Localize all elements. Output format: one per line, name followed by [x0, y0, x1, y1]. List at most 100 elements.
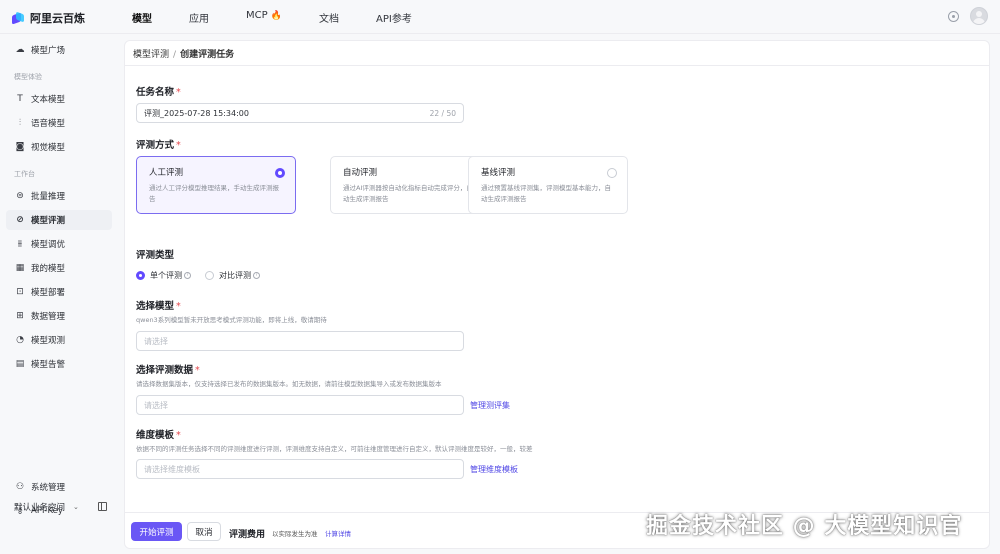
nav-item-models[interactable]: 模型 [132, 10, 152, 25]
sidebar-collapse-icon[interactable] [98, 502, 107, 511]
method-card-manual[interactable]: 人工评测 通过人工评分模型推理结果，手动生成评测报告 [136, 156, 296, 214]
text-icon: T [17, 94, 23, 104]
sidebar-item-model-square[interactable]: ☁ 模型广场 [6, 40, 112, 60]
help-icon[interactable]: ? [253, 272, 260, 279]
sidebar-item-model-evaluation[interactable]: ⊘ 模型评测 [6, 210, 112, 230]
task-name-value: 评测_2025-07-28 15:34:00 [144, 108, 249, 118]
user-icon: ⚇ [15, 482, 25, 492]
method-card-desc: 通过人工评分模型推理结果，手动生成评测报告 [149, 184, 279, 203]
sidebar-group-workbench: 工作台 [14, 170, 35, 178]
task-name-input[interactable]: 评测_2025-07-28 15:34:00 22 / 50 [136, 103, 464, 123]
method-card-desc: 通过AI评测器按自动化指标自动完成评分，自动生成评测报告 [343, 184, 473, 203]
nav-item-api-reference[interactable]: API参考 [376, 10, 412, 25]
sidebar-item-label: 系统管理 [31, 483, 66, 493]
sidebar-item-label: 数据管理 [31, 312, 66, 322]
radio-selected-icon[interactable] [275, 168, 285, 178]
model-label: 选择模型 * [136, 298, 181, 312]
workspace-name: 默认业务空间 [14, 503, 66, 513]
nav-item-apps[interactable]: 应用 [189, 10, 209, 25]
header-divider [125, 65, 989, 66]
sidebar-item-model-tuning[interactable]: ⫵ 模型调优 [6, 234, 112, 254]
dimension-label: 维度模板 * [136, 427, 181, 441]
required-mark: * [195, 365, 200, 376]
dimension-label-text: 维度模板 [136, 430, 175, 441]
model-label-text: 选择模型 [136, 301, 175, 312]
manage-dimension-link[interactable]: 管理维度模板 [470, 464, 518, 475]
deploy-icon: ⊡ [16, 287, 24, 297]
batch-icon: ⊜ [16, 191, 24, 201]
type-option-label: 对比评测 [219, 271, 251, 280]
cancel-button[interactable]: 取消 [187, 522, 221, 541]
sidebar-item-system-management[interactable]: ⚇ 系统管理 [6, 477, 112, 497]
dataset-label-text: 选择评测数据 [136, 365, 194, 376]
breadcrumb-separator: / [173, 50, 177, 60]
type-option-label: 单个评测 [150, 271, 182, 280]
sidebar-item-label: 模型评测 [31, 216, 66, 226]
fee-note: 以实际发生为准 [272, 530, 318, 538]
method-card-title: 基线评测 [481, 168, 516, 178]
dataset-hint: 请选择数据集版本，仅支持选择已发布的数据集版本。如无数据，请前往模型数据集导入或… [136, 380, 442, 388]
cloud-icon: ☁ [15, 45, 25, 55]
manage-dataset-link[interactable]: 管理测评集 [470, 400, 510, 411]
sidebar-item-label: 模型调优 [31, 240, 66, 250]
radio-selected-icon [136, 271, 145, 280]
sidebar-item-model-deploy[interactable]: ⊡ 模型部署 [6, 282, 112, 302]
settings-icon[interactable] [948, 11, 959, 22]
type-label: 评测类型 [136, 250, 175, 261]
workspace-switcher[interactable]: 默认业务空间 ⌄ [14, 501, 79, 513]
sidebar-item-label: 视觉模型 [31, 143, 66, 153]
main-panel: 模型评测 / 创建评测任务 任务名称 * 评测_2025-07-28 15:34:00… [124, 40, 990, 549]
required-mark: * [176, 301, 181, 312]
start-evaluation-button[interactable]: 开始评测 [131, 522, 182, 541]
method-card-baseline[interactable]: 基线评测 通过预置基线评测集，评测模型基本能力，自动生成评测报告 [468, 156, 628, 214]
breadcrumb-parent[interactable]: 模型评测 [133, 50, 169, 60]
sidebar-item-label: 模型广场 [31, 46, 66, 56]
compass-icon: ⊘ [16, 215, 24, 225]
fee-details-link[interactable]: 计算详情 [325, 528, 351, 538]
type-option-compare[interactable]: 对比评测 ? [205, 270, 260, 281]
sidebar-item-model-alert[interactable]: ▤ 模型告警 [6, 354, 112, 374]
sidebar: ☁ 模型广场 模型体验 T 文本模型 ⫶ 语音模型 ◙ 视觉模型 工作台 ⊜ 批… [0, 34, 118, 554]
dimension-select-placeholder: 请选择维度模板 [144, 464, 200, 474]
required-mark: * [176, 87, 181, 98]
dataset-label: 选择评测数据 * [136, 362, 200, 376]
method-card-auto[interactable]: 自动评测 通过AI评测器按自动化指标自动完成评分，自动生成评测报告 [330, 156, 490, 214]
radio-icon[interactable] [607, 168, 617, 178]
camera-icon: ◙ [15, 142, 25, 152]
alert-doc-icon: ▤ [15, 359, 25, 369]
method-label: 评测方式 * [136, 137, 181, 151]
chart-box-icon: ⊞ [16, 311, 24, 321]
sidebar-item-label: 文本模型 [31, 95, 66, 105]
sidebar-item-voice-model[interactable]: ⫶ 语音模型 [6, 113, 112, 133]
sliders-icon: ⫵ [17, 239, 23, 249]
breadcrumb: 模型评测 / 创建评测任务 [133, 47, 234, 60]
pie-chart-icon: ◔ [16, 335, 24, 345]
dimension-select[interactable]: 请选择维度模板 [136, 459, 464, 479]
sidebar-item-my-models[interactable]: ▦ 我的模型 [6, 258, 112, 278]
nav-item-mcp[interactable]: MCP 🔥 [246, 10, 282, 25]
brand-logo[interactable]: 阿里云百炼 [12, 10, 85, 26]
sidebar-item-label: 批量推理 [31, 192, 66, 202]
sidebar-item-batch-inference[interactable]: ⊜ 批量推理 [6, 186, 112, 206]
sidebar-item-data-management[interactable]: ⊞ 数据管理 [6, 306, 112, 326]
dataset-select[interactable]: 请选择 [136, 395, 464, 415]
method-card-desc: 通过预置基线评测集，评测模型基本能力，自动生成评测报告 [481, 184, 611, 203]
nav-item-mcp-label: MCP [246, 10, 268, 21]
type-option-single[interactable]: 单个评测 ? [136, 270, 191, 281]
sidebar-item-label: 模型部署 [31, 288, 66, 298]
model-hint: qwen3系列模型暂未开放思考模式评测功能，即将上线，敬请期待 [136, 316, 327, 324]
sidebar-item-text-model[interactable]: T 文本模型 [6, 89, 112, 109]
sidebar-item-label: 模型告警 [31, 360, 66, 370]
top-bar: 阿里云百炼 模型 应用 MCP 🔥 文档 API参考 [0, 0, 1000, 34]
model-select[interactable]: 请选择 [136, 331, 464, 351]
chevron-down-icon: ⌄ [73, 503, 79, 511]
breadcrumb-current: 创建评测任务 [180, 50, 235, 60]
user-avatar[interactable] [970, 7, 988, 25]
nav-item-docs[interactable]: 文档 [319, 10, 339, 25]
sidebar-item-vision-model[interactable]: ◙ 视觉模型 [6, 137, 112, 157]
brand-logo-icon [12, 12, 25, 25]
sidebar-item-model-observation[interactable]: ◔ 模型观测 [6, 330, 112, 350]
sidebar-group-experience: 模型体验 [14, 73, 42, 81]
help-icon[interactable]: ? [184, 272, 191, 279]
task-name-label: 任务名称 * [136, 84, 181, 98]
